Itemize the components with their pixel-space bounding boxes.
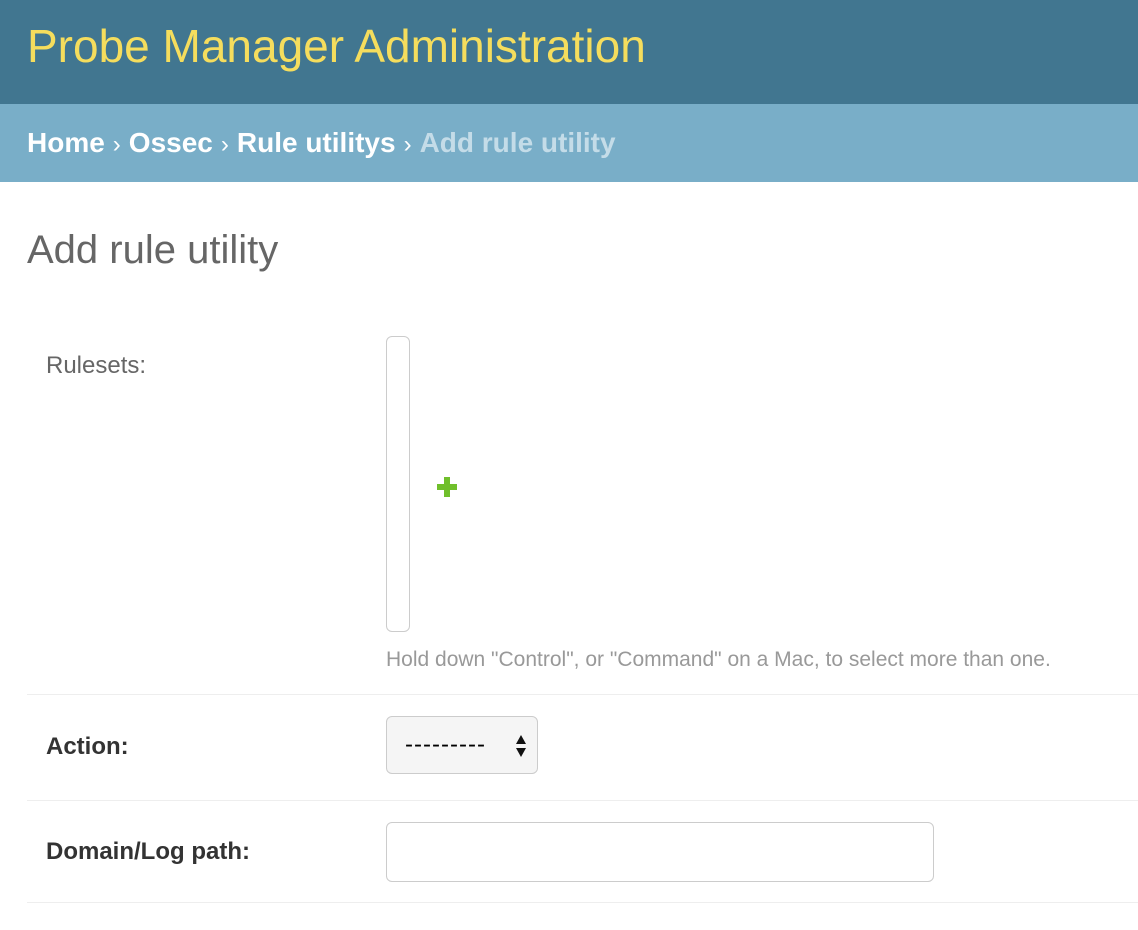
rulesets-help-text: Hold down "Control", or "Command" on a M… (386, 648, 1051, 671)
plus-icon (437, 477, 457, 497)
rulesets-multiselect[interactable] (386, 336, 410, 632)
breadcrumb-current: Add rule utility (419, 127, 616, 158)
action-label: Action: (46, 733, 129, 760)
breadcrumb-ossec-link[interactable]: Ossec (129, 127, 213, 158)
site-name[interactable]: Probe Manager Administration (27, 16, 646, 76)
domain-log-path-input[interactable] (386, 822, 934, 882)
form-row-divider (27, 694, 1138, 695)
breadcrumb-rule-utilitys-link[interactable]: Rule utilitys (237, 127, 396, 158)
action-select-value: --------- (405, 731, 486, 758)
breadcrumb-home-link[interactable]: Home (27, 127, 105, 158)
domain-log-path-label: Domain/Log path: (46, 838, 250, 865)
breadcrumb: Home › Ossec › Rule utilitys › Add rule utilit… (0, 104, 1138, 182)
breadcrumb-separator: › (112, 131, 121, 158)
form-row-divider (27, 902, 1138, 903)
action-select[interactable]: --------- (386, 716, 538, 774)
page-title: Add rule utility (27, 228, 279, 272)
breadcrumb-separator: › (220, 131, 229, 158)
add-ruleset-button[interactable] (434, 474, 460, 500)
form-row-divider (27, 800, 1138, 801)
site-header: Probe Manager Administration (0, 0, 1138, 104)
breadcrumb-separator: › (403, 131, 412, 158)
select-arrows-icon (516, 735, 526, 757)
rulesets-label: Rulesets: (46, 352, 147, 379)
